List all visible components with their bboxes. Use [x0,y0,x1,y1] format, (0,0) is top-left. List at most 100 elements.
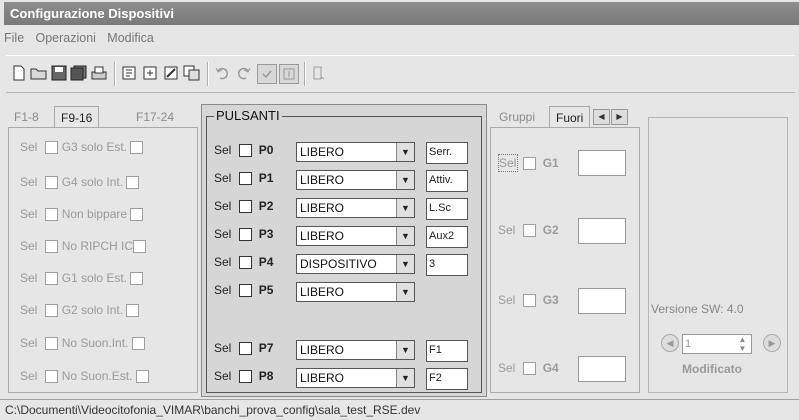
chevron-down-icon[interactable]: ▼ [396,255,414,273]
label-field[interactable]: F1 [426,340,468,362]
sel-checkbox[interactable] [239,228,253,242]
option-checkbox[interactable] [133,240,147,254]
pulsante-row: Sel P0 [214,142,273,158]
option-checkbox[interactable] [130,141,144,155]
chevron-down-icon[interactable]: ▼ [396,369,414,387]
pulsante-row: Sel P8 [214,368,273,384]
tab-f1-8[interactable]: F1-8 [8,106,45,128]
sel-label: Sel [214,199,232,213]
sel-checkbox[interactable] [523,224,537,238]
menu-modifica[interactable]: Modifica [107,31,154,45]
sel-checkbox[interactable] [45,141,59,155]
check-icon [257,64,277,84]
copy-icon[interactable] [183,64,201,82]
sel-label: Sel [214,369,232,383]
option-checkbox[interactable] [135,370,149,384]
option-label: No RIPCH IC [61,239,134,253]
option-checkbox[interactable] [126,304,140,318]
label-field[interactable]: Attiv. [426,170,468,192]
tab-f9-16[interactable]: F9-16 [54,106,100,128]
import-icon[interactable] [120,64,138,82]
pulsante-row: Sel P4 [214,254,273,270]
tab-gruppi[interactable]: Gruppi [493,106,541,128]
title-bar: Configurazione Dispositivi [4,2,799,25]
save-icon[interactable] [50,64,68,82]
label-field[interactable]: Serr. [426,142,468,164]
version-label: Versione SW: 4.0 [651,302,744,316]
chevron-down-icon[interactable]: ▼ [396,283,414,301]
edit-icon[interactable] [162,64,180,82]
sel-checkbox[interactable] [523,294,537,308]
group-row: Sel G2 [498,222,559,238]
label-field[interactable]: L.Sc [426,198,468,220]
function-select[interactable]: LIBERO ▼ [296,198,415,218]
tab-fuori[interactable]: Fuori [549,106,591,128]
chevron-down-icon[interactable]: ▼ [396,143,414,161]
function-select[interactable]: LIBERO ▼ [296,340,415,360]
option-checkbox[interactable] [130,208,144,222]
toolbar [6,55,795,93]
export-icon[interactable] [141,64,159,82]
sel-checkbox[interactable] [45,370,59,384]
function-select[interactable]: LIBERO ▼ [296,282,415,302]
function-select[interactable]: LIBERO ▼ [296,226,415,246]
sel-checkbox[interactable] [45,337,59,351]
group-field[interactable] [578,218,626,244]
sel-checkbox[interactable] [45,208,59,222]
group-field[interactable] [578,288,626,314]
group-row: Sel G4 [498,360,559,376]
sel-checkbox[interactable] [239,256,253,270]
sel-label: Sel [498,154,518,172]
undo-icon [213,64,231,82]
menu-operazioni[interactable]: Operazioni [36,31,96,45]
function-select[interactable]: DISPOSITIVO ▼ [296,254,415,274]
sel-label: Sel [214,341,232,355]
option-checkbox[interactable] [131,337,145,351]
sel-checkbox[interactable] [239,200,253,214]
tab-scroll-right-icon[interactable]: ▶ [611,109,628,125]
left-panel [8,127,198,393]
group-field[interactable] [578,150,626,176]
pulsante-row: Sel P5 [214,282,273,298]
group-row: Sel G3 [498,292,559,308]
function-select[interactable]: LIBERO ▼ [296,170,415,190]
label-field[interactable]: Aux2 [426,226,468,248]
app-window: Configurazione Dispositivi File Operazio… [0,0,799,420]
sel-label: Sel [20,369,38,383]
sel-checkbox[interactable] [45,304,59,318]
pulsante-id: P1 [258,171,274,185]
chevron-down-icon[interactable]: ▼ [396,199,414,217]
sel-label: Sel [498,223,516,237]
sel-checkbox[interactable] [239,284,253,298]
label-field[interactable]: 3 [426,254,468,276]
option-checkbox[interactable] [126,176,140,190]
chevron-down-icon[interactable]: ▼ [396,341,414,359]
sel-checkbox[interactable] [45,240,59,254]
function-select[interactable]: LIBERO ▼ [296,368,415,388]
sel-checkbox[interactable] [523,362,537,376]
option-checkbox[interactable] [130,272,144,286]
group-field[interactable] [578,356,626,382]
sel-checkbox[interactable] [239,144,253,158]
sel-label: Sel [214,171,232,185]
sel-checkbox[interactable] [45,272,59,286]
function-select[interactable]: LIBERO ▼ [296,142,415,162]
sel-checkbox[interactable] [239,172,253,186]
chevron-down-icon[interactable]: ▼ [396,171,414,189]
sel-checkbox[interactable] [239,370,253,384]
sel-label: Sel [20,271,38,285]
new-file-icon[interactable] [10,64,28,82]
sel-checkbox[interactable] [523,157,537,171]
tab-f17-24[interactable]: F17-24 [130,106,180,128]
open-folder-icon[interactable] [30,64,48,82]
menu-bar: File Operazioni Modifica [4,28,162,48]
save-all-icon[interactable] [70,64,88,82]
sel-label: Sel [20,140,38,154]
label-field[interactable]: F2 [426,368,468,390]
sel-checkbox[interactable] [239,342,253,356]
tab-scroll-left-icon[interactable]: ◀ [593,109,610,125]
sel-checkbox[interactable] [45,176,59,190]
chevron-down-icon[interactable]: ▼ [396,227,414,245]
menu-file[interactable]: File [4,31,24,45]
print-icon[interactable] [90,64,108,82]
